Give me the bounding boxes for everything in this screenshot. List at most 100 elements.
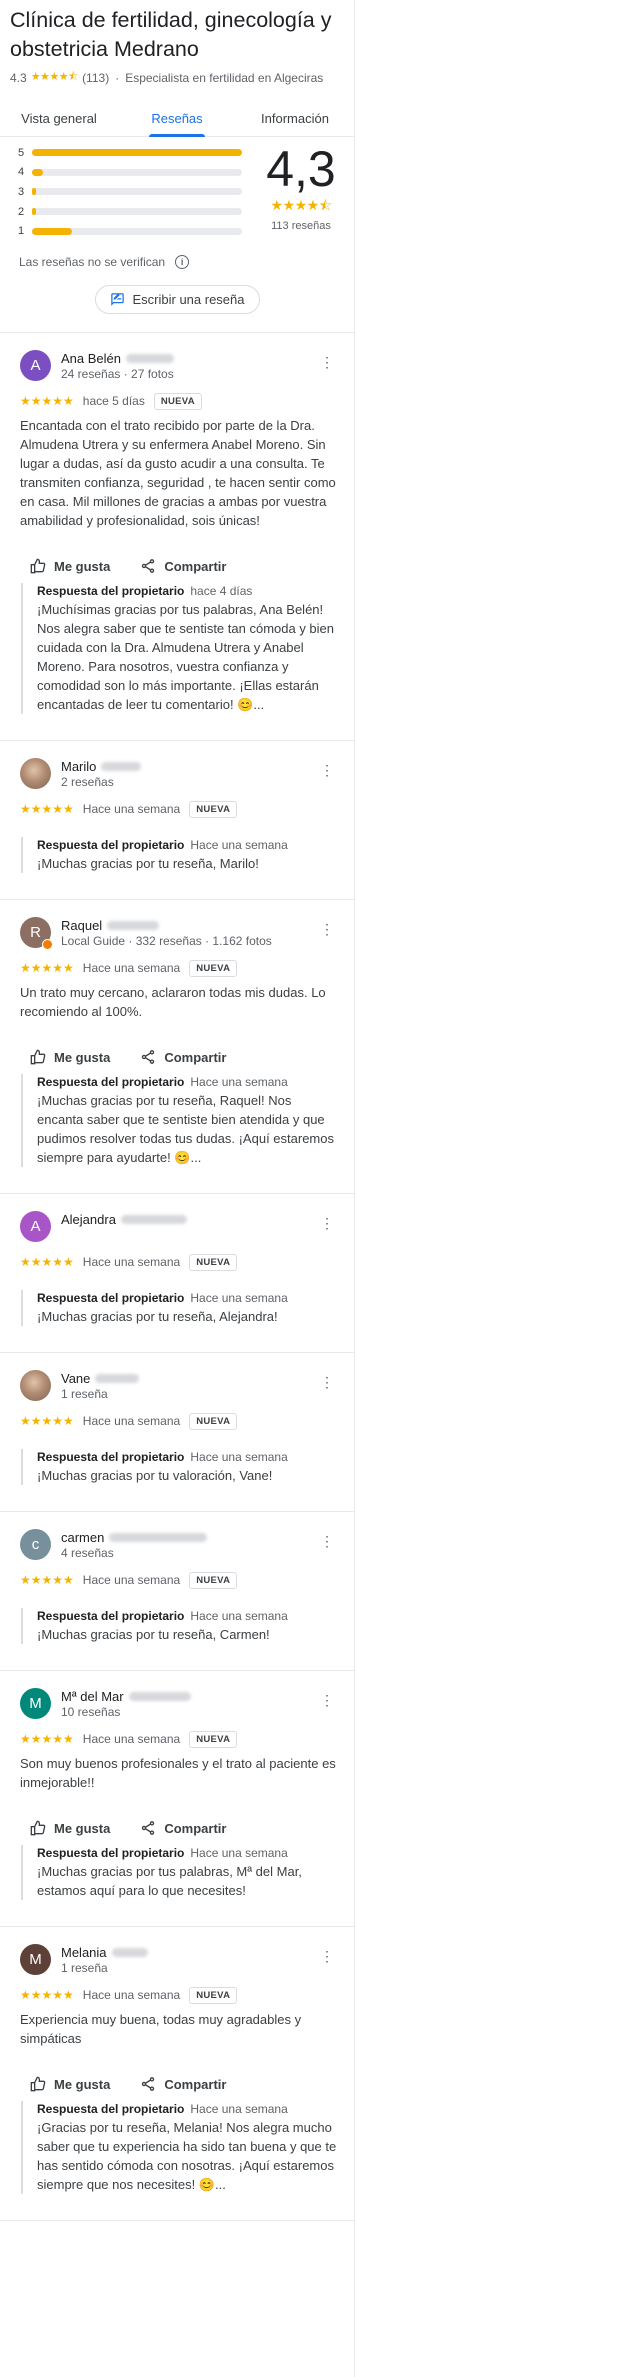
like-label: Me gusta [54, 1049, 111, 1065]
redacted-surname [128, 1691, 191, 1701]
owner-response-label: Respuesta del propietario [37, 1074, 185, 1089]
owner-response-text[interactable]: ¡Muchas gracias por tu reseña, Carmen! [37, 1625, 339, 1644]
reviewer-stats: 4 reseñas [61, 1545, 114, 1560]
owner-response-label: Respuesta del propietario [37, 1845, 185, 1860]
review-card: Vane 1 reseña ⋮ ★★★★★ Hace una semana NUEVA Re… [0, 1353, 354, 1512]
review-stars-icon: ★★★★★ [20, 1573, 74, 1588]
total-reviews[interactable]: 113 reseñas [258, 220, 344, 232]
like-button[interactable]: Me gusta [30, 1814, 110, 1843]
write-review-button[interactable]: Escribir una reseña [94, 284, 260, 314]
tab-reviews[interactable]: Reseñas [118, 103, 236, 136]
owner-response-text[interactable]: ¡Muchísimas gracias por tus palabras, An… [37, 600, 339, 714]
share-button[interactable]: Compartir [140, 2070, 226, 2099]
avatar[interactable]: M [20, 1943, 51, 1975]
reviewer-name[interactable]: Vane [61, 1371, 90, 1386]
owner-response: Respuesta del propietario Hace una semana… [21, 1448, 339, 1485]
more-options-icon[interactable]: ⋮ [315, 354, 339, 371]
redacted-surname [111, 1947, 148, 1957]
more-options-icon[interactable]: ⋮ [315, 1692, 339, 1709]
share-label: Compartir [164, 2076, 227, 2092]
reviewer-stats: 2 reseñas [61, 774, 114, 789]
share-button[interactable]: Compartir [140, 1043, 226, 1072]
reviewer-name[interactable]: Marilo [61, 759, 96, 774]
more-options-icon[interactable]: ⋮ [315, 1374, 339, 1391]
avatar[interactable]: R [20, 916, 53, 950]
write-review-row: Escribir una reseña [0, 269, 354, 333]
more-options-icon[interactable]: ⋮ [315, 921, 339, 938]
share-label: Compartir [164, 1049, 227, 1065]
avatar[interactable]: M [20, 1687, 51, 1719]
histogram-row[interactable]: 3 [18, 182, 258, 202]
owner-response: Respuesta del propietario Hace una semana… [21, 1844, 339, 1900]
avatar[interactable] [20, 757, 51, 789]
owner-response-text[interactable]: ¡Muchas gracias por tus palabras, Mª del… [37, 1862, 339, 1900]
review-count[interactable]: (113) [82, 71, 109, 85]
more-options-icon[interactable]: ⋮ [315, 1215, 339, 1232]
owner-response-label: Respuesta del propietario [37, 837, 185, 852]
reviewer-name[interactable]: Melania [61, 1945, 107, 1960]
owner-response-date: hace 4 días [190, 583, 253, 598]
owner-response-label: Respuesta del propietario [37, 2101, 185, 2116]
share-button[interactable]: Compartir [140, 552, 226, 581]
review-date: Hace una semana [82, 1414, 181, 1429]
more-options-icon[interactable]: ⋮ [315, 1948, 339, 1965]
reviewer-name[interactable]: Raquel [61, 918, 102, 933]
rating-histogram: 5 4 3 2 1 [18, 143, 258, 241]
review-date: Hace una semana [82, 1255, 181, 1270]
tab-overview[interactable]: Vista general [0, 103, 118, 136]
owner-response-text[interactable]: ¡Muchas gracias por tu reseña, Marilo! [37, 854, 339, 873]
share-icon [142, 1821, 155, 1836]
reviewer-name[interactable]: Alejandra [61, 1212, 116, 1227]
owner-response-text[interactable]: ¡Gracias por tu reseña, Melania! Nos ale… [37, 2118, 339, 2194]
more-options-icon[interactable]: ⋮ [315, 762, 339, 779]
share-icon [142, 1050, 155, 1065]
share-button[interactable]: Compartir [140, 1814, 226, 1843]
histogram-star-label: 2 [18, 205, 25, 218]
review-stars-icon: ★★★★★ [20, 802, 74, 817]
reviewer-stats: Local Guide · 332 reseñas · 1.162 fotos [61, 933, 272, 948]
reviewer-name[interactable]: Mª del Mar [61, 1689, 124, 1704]
histogram-row[interactable]: 1 [18, 221, 258, 241]
more-options-icon[interactable]: ⋮ [315, 1533, 339, 1550]
tab-bar: Vista general Reseñas Información [0, 103, 354, 137]
histogram-row[interactable]: 2 [18, 202, 258, 222]
owner-response-text[interactable]: ¡Muchas gracias por tu reseña, Alejandra… [37, 1307, 339, 1326]
histogram-track [32, 227, 242, 235]
place-category[interactable]: Especialista en fertilidad en Algeciras [125, 71, 323, 85]
owner-response-date: Hace una semana [190, 1845, 288, 1860]
review-stars-icon: ★★★★★ [20, 1988, 74, 2003]
histogram-row[interactable]: 4 [18, 163, 258, 183]
review-date: Hace una semana [82, 1988, 181, 2003]
reviewer-name[interactable]: Ana Belén [61, 351, 121, 366]
rating-stars-icon: ★★★★⯪ [30, 71, 79, 83]
review-card: M Mª del Mar 10 reseñas ⋮ ★★★★★ Hace una sema… [0, 1671, 354, 1927]
info-icon[interactable]: i [175, 254, 190, 269]
like-button[interactable]: Me gusta [30, 552, 110, 581]
tab-info[interactable]: Información [236, 103, 354, 136]
avatar[interactable] [20, 1369, 51, 1401]
reviewer-stats: 24 reseñas · 27 fotos [61, 366, 174, 381]
like-button[interactable]: Me gusta [30, 2070, 110, 2099]
histogram-fill [32, 208, 37, 216]
redacted-surname [109, 1532, 208, 1542]
owner-response-text[interactable]: ¡Muchas gracias por tu reseña, Raquel! N… [37, 1091, 339, 1167]
owner-response-date: Hace una semana [190, 1290, 288, 1305]
owner-response-date: Hace una semana [190, 1074, 288, 1089]
place-header: Clínica de fertilidad, ginecología y obs… [0, 0, 354, 87]
average-rating: 4,3 [266, 141, 336, 197]
histogram-row[interactable]: 5 [18, 143, 258, 163]
like-button[interactable]: Me gusta [30, 1043, 110, 1072]
avatar[interactable]: c [20, 1528, 51, 1560]
review-date: hace 5 días [82, 394, 145, 409]
owner-response-date: Hace una semana [190, 2101, 288, 2116]
owner-response-text[interactable]: ¡Muchas gracias por tu valoración, Vane! [37, 1466, 339, 1485]
avatar[interactable]: A [20, 1210, 51, 1242]
review-date: Hace una semana [82, 1732, 181, 1747]
review-card: c carmen 4 reseñas ⋮ ★★★★★ Hace una semana NUE… [0, 1512, 354, 1671]
reviewer-name[interactable]: carmen [61, 1530, 104, 1545]
place-meta: 4.3 ★★★★⯪ (113) · Especialista en fertil… [10, 68, 344, 87]
like-label: Me gusta [54, 1820, 111, 1836]
owner-response: Respuesta del propietario Hace una semana… [21, 1607, 339, 1644]
avatar-letter: R [30, 923, 41, 941]
avatar[interactable]: A [20, 349, 51, 381]
